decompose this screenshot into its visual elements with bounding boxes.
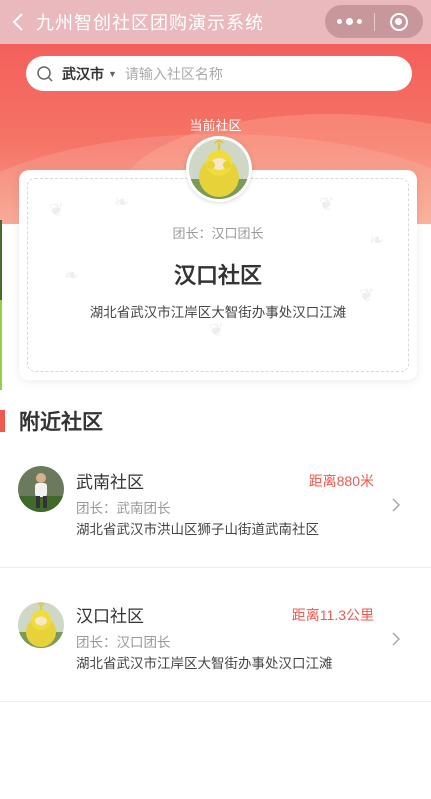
community-name: 汉口社区 (173, 263, 262, 288)
community-address: 湖北省武汉市江岸区大智街办事处汉口江滩 (76, 656, 333, 671)
distance-label: 距离880米 (308, 473, 374, 489)
chevron-right-icon (392, 632, 401, 646)
leader-label: 团长：汉口团长 (76, 635, 171, 650)
community-name: 汉口社区 (76, 607, 144, 626)
chevron-left-icon (12, 13, 23, 31)
teletubby-avatar-icon (18, 602, 64, 648)
community-name: 武南社区 (76, 473, 144, 492)
close-mini-program-button[interactable] (375, 12, 424, 31)
football-player-avatar-icon (18, 466, 64, 512)
avatar (18, 602, 64, 648)
nearby-section-title: 附近社区 (0, 408, 103, 434)
caret-down-icon: ▼ (108, 68, 117, 79)
edge-strip (0, 220, 2, 300)
teletubby-avatar-icon (189, 139, 249, 199)
current-community-label: 当前社区 (189, 118, 242, 133)
dot-icon (336, 19, 342, 24)
more-options-button[interactable] (325, 18, 374, 25)
search-icon (37, 65, 53, 82)
list-item[interactable]: 汉口社区 距离11.3公里 团长：汉口团长 湖北省武汉市江岸区大智街办事处汉口江… (0, 568, 431, 702)
avatar (186, 136, 252, 202)
distance-label: 距离11.3公里 (291, 607, 374, 623)
chevron-right-icon (392, 498, 401, 512)
back-button[interactable] (0, 0, 36, 44)
city-selector[interactable]: 武汉市 (62, 64, 104, 84)
dot-icon (356, 19, 362, 24)
avatar (18, 466, 64, 512)
target-icon (389, 12, 408, 31)
leader-label: 团长：汉口团长 (172, 226, 264, 241)
search-input[interactable]: 请输入社区名称 (125, 64, 223, 84)
fruit-doodle-icon: ❦ (319, 194, 335, 214)
mini-program-capsule (325, 5, 423, 38)
navigation-bar: 九州智创社区团购演示系统 (0, 0, 431, 44)
leader-label: 团长：武南团长 (76, 501, 171, 516)
dot-icon (345, 18, 353, 25)
fruit-doodle-icon: ❦ (49, 200, 65, 220)
search-bar[interactable]: 武汉市 ▼ 请输入社区名称 (26, 56, 412, 91)
edge-strip (0, 300, 2, 390)
list-item[interactable]: 武南社区 距离880米 团长：武南团长 湖北省武汉市洪山区狮子山街道武南社区 (0, 434, 431, 568)
fruit-doodle-icon: ❦ (209, 320, 225, 340)
page-title: 九州智创社区团购演示系统 (36, 13, 264, 33)
community-address: 湖北省武汉市江岸区大智街办事处汉口江滩 (89, 305, 347, 320)
fruit-doodle-icon: ❧ (114, 192, 130, 212)
community-address: 湖北省武汉市洪山区狮子山街道武南社区 (76, 522, 319, 537)
